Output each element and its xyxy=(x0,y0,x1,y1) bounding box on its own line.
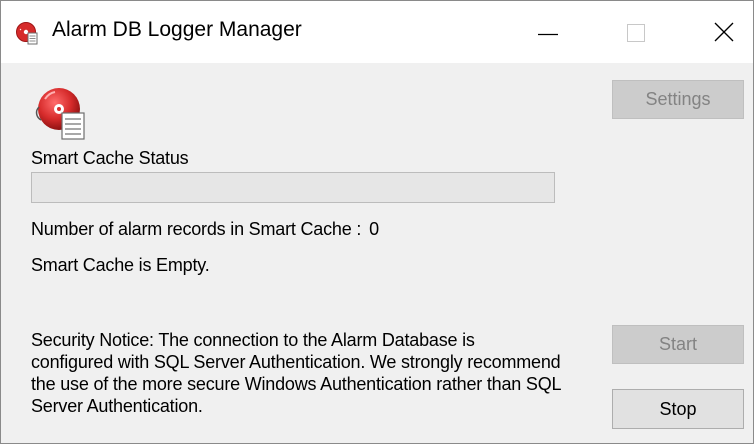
close-button[interactable] xyxy=(664,1,754,63)
minimize-icon xyxy=(538,33,558,36)
security-notice-text: Security Notice: The connection to the A… xyxy=(31,330,561,416)
title-bar[interactable]: Alarm DB Logger Manager xyxy=(1,1,753,63)
maximize-button[interactable] xyxy=(575,1,665,63)
window-title: Alarm DB Logger Manager xyxy=(52,18,302,41)
alarm-record-count-value: 0 xyxy=(369,219,379,239)
stop-button[interactable]: Stop xyxy=(612,389,744,429)
app-window: Alarm DB Logger Manager Smart Cache Stat… xyxy=(0,0,754,444)
smart-cache-status-label: Smart Cache Status xyxy=(31,148,189,168)
alarm-record-count-label: Number of alarm records in Smart Cache : xyxy=(31,219,362,239)
close-icon xyxy=(714,22,734,42)
alarm-db-logger-icon xyxy=(16,22,38,45)
smart-cache-state-text: Smart Cache is Empty. xyxy=(31,255,210,275)
smart-cache-progress-bar xyxy=(31,172,555,203)
settings-button[interactable]: Settings xyxy=(612,80,744,119)
alarm-record-count-row: Number of alarm records in Smart Cache :… xyxy=(31,219,379,240)
maximize-icon xyxy=(627,24,645,42)
alarm-db-logger-large-icon xyxy=(35,88,85,140)
minimize-button[interactable] xyxy=(483,1,573,63)
start-button[interactable]: Start xyxy=(612,325,744,364)
